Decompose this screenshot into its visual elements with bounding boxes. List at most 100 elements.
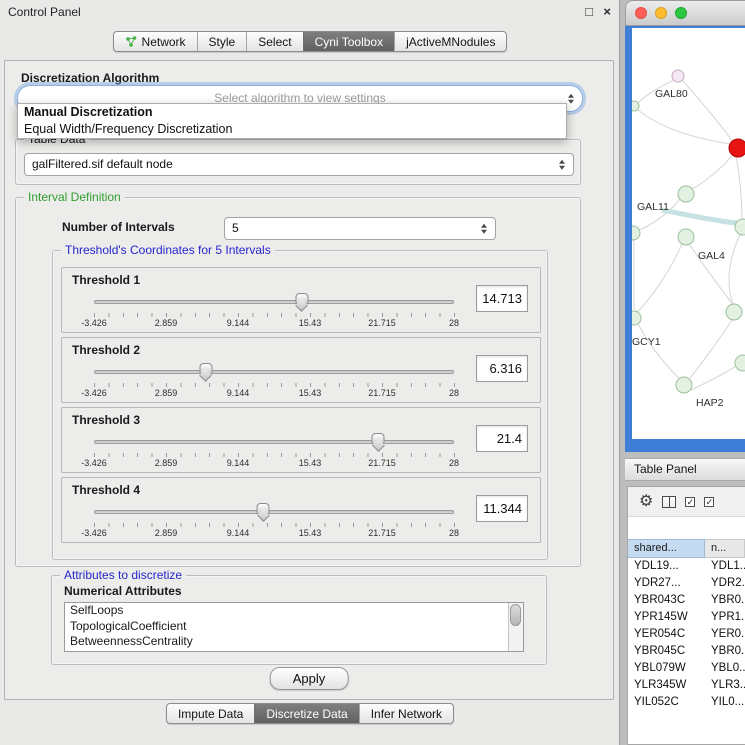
- scrollbar-thumb[interactable]: [510, 604, 521, 626]
- column-header-name[interactable]: n...: [705, 539, 745, 558]
- threshold-2-slider[interactable]: [94, 362, 454, 382]
- network-edge[interactable]: [736, 156, 742, 219]
- table-cell: YDR2...: [705, 575, 745, 592]
- tab-label: Discretize Data: [266, 707, 347, 721]
- numerical-attribute-item[interactable]: SelfLoops: [65, 603, 508, 619]
- zoom-traffic-light-icon[interactable]: [675, 7, 687, 19]
- threshold-1-slider[interactable]: [94, 292, 454, 312]
- network-node[interactable]: [672, 70, 684, 82]
- slider-thumb[interactable]: [199, 363, 212, 375]
- tick-label: -3.426: [81, 388, 107, 398]
- table-row[interactable]: YDR27...YDR2...: [628, 575, 745, 592]
- table-row[interactable]: YIL052CYIL0...: [628, 694, 745, 711]
- numerical-attribute-item[interactable]: TopologicalCoefficient: [65, 619, 508, 635]
- network-node[interactable]: [726, 304, 742, 320]
- network-window-titlebar[interactable]: [625, 0, 745, 26]
- num-intervals-combobox[interactable]: 5: [224, 217, 496, 240]
- network-edge[interactable]: [638, 324, 680, 379]
- table-data-combobox[interactable]: galFiltered.sif default node: [24, 153, 574, 176]
- column-view-icon[interactable]: [662, 496, 676, 508]
- network-node[interactable]: [678, 186, 694, 202]
- list-scrollbar[interactable]: [508, 603, 523, 651]
- tab-style[interactable]: Style: [197, 32, 247, 51]
- tab-impute-data[interactable]: Impute Data: [167, 704, 254, 723]
- node-label: GAL4: [698, 250, 725, 262]
- network-edge[interactable]: [691, 366, 736, 390]
- threshold-4-value-field[interactable]: [476, 495, 528, 522]
- network-edge[interactable]: [662, 210, 745, 224]
- checkbox-icon-2[interactable]: [704, 497, 714, 507]
- table-row[interactable]: YDL19...YDL1...: [628, 558, 745, 575]
- threshold-label: Threshold 3: [72, 413, 140, 427]
- network-node[interactable]: [632, 311, 641, 325]
- network-edge[interactable]: [692, 156, 732, 189]
- threshold-3-panel: Threshold 3 -3.426 2.859 9.144 15.43 21.…: [61, 407, 541, 473]
- network-edge[interactable]: [729, 235, 740, 304]
- slider-thumb[interactable]: [295, 293, 308, 305]
- close-window-icon[interactable]: ×: [603, 4, 611, 19]
- slider-track[interactable]: [94, 510, 454, 514]
- tab-select[interactable]: Select: [246, 32, 302, 51]
- table-panel-title: Table Panel: [634, 462, 697, 476]
- tick-label: 2.859: [155, 388, 178, 398]
- attribute-list-items: SelfLoopsTopologicalCoefficientBetweenne…: [65, 603, 508, 651]
- checkbox-icon-1[interactable]: [685, 497, 695, 507]
- threshold-1-value-field[interactable]: [476, 285, 528, 312]
- tick-label: 15.43: [299, 318, 322, 328]
- table-row[interactable]: YPR145WYPR1...: [628, 609, 745, 626]
- close-traffic-light-icon[interactable]: [635, 7, 647, 19]
- table-row[interactable]: YER054CYER0...: [628, 626, 745, 643]
- network-node[interactable]: [676, 377, 692, 393]
- slider-tick-labels: -3.426 2.859 9.144 15.43 21.715 28: [94, 458, 454, 469]
- threshold-2-value-field[interactable]: [476, 355, 528, 382]
- minimize-traffic-light-icon[interactable]: [655, 7, 667, 19]
- tab-jactivemnodules[interactable]: jActiveMNodules: [394, 32, 506, 51]
- tab-network[interactable]: Network: [114, 32, 197, 51]
- dropdown-option-equal-width[interactable]: Equal Width/Frequency Discretization: [18, 121, 566, 138]
- numerical-attribute-item[interactable]: BetweennessCentrality: [65, 634, 508, 650]
- combo-stepper-icon: [478, 222, 490, 235]
- slider-track[interactable]: [94, 300, 454, 304]
- network-node[interactable]: [632, 226, 640, 240]
- table-cell: YBR043C: [628, 592, 705, 609]
- network-node[interactable]: [632, 101, 639, 111]
- network-view-window: GAL80GAL11GAL4GCY1HAP2: [625, 0, 745, 452]
- slider-track[interactable]: [94, 370, 454, 374]
- table-row[interactable]: YBR045CYBR0...: [628, 643, 745, 660]
- tick-label: 2.859: [155, 318, 178, 328]
- table-panel-header[interactable]: Table Panel: [625, 458, 745, 481]
- apply-button[interactable]: Apply: [270, 667, 349, 690]
- network-edge[interactable]: [690, 320, 732, 378]
- network-edge[interactable]: [636, 244, 682, 313]
- tab-label: Impute Data: [178, 707, 243, 721]
- threshold-label: Threshold 1: [72, 273, 140, 287]
- slider-track[interactable]: [94, 440, 454, 444]
- network-edge[interactable]: [683, 81, 732, 141]
- tab-infer-network[interactable]: Infer Network: [359, 704, 453, 723]
- threshold-label: Threshold 2: [72, 343, 140, 357]
- dropdown-option-manual-discretization[interactable]: Manual Discretization: [18, 104, 566, 121]
- network-node[interactable]: [678, 229, 694, 245]
- network-edge[interactable]: [638, 110, 730, 144]
- network-canvas[interactable]: GAL80GAL11GAL4GCY1HAP2: [632, 28, 745, 439]
- table-row[interactable]: YBL079WYBL0...: [628, 660, 745, 677]
- float-window-icon[interactable]: □: [585, 4, 593, 19]
- attribute-list[interactable]: SelfLoopsTopologicalCoefficientBetweenne…: [64, 602, 524, 652]
- network-node[interactable]: [735, 355, 745, 371]
- table-row[interactable]: YBR043CYBR0...: [628, 592, 745, 609]
- threshold-4-slider[interactable]: [94, 502, 454, 522]
- threshold-3-value-field[interactable]: [476, 425, 528, 452]
- tab-discretize-data[interactable]: Discretize Data: [254, 704, 358, 723]
- table-cell: YBR0...: [705, 643, 745, 660]
- slider-thumb[interactable]: [372, 433, 385, 445]
- attributes-group-label: Attributes to discretize: [60, 568, 186, 582]
- thresholds-group-label: Threshold's Coordinates for 5 Intervals: [61, 243, 275, 257]
- table-header-row: shared... n...: [628, 539, 745, 558]
- table-row[interactable]: YLR345WYLR3...: [628, 677, 745, 694]
- threshold-3-slider[interactable]: [94, 432, 454, 452]
- column-header-shared-name[interactable]: shared...: [628, 539, 705, 558]
- gear-icon[interactable]: ⚙: [639, 494, 653, 510]
- slider-thumb[interactable]: [257, 503, 270, 515]
- network-node[interactable]: [729, 139, 745, 157]
- tab-cyni-toolbox[interactable]: Cyni Toolbox: [303, 32, 394, 51]
